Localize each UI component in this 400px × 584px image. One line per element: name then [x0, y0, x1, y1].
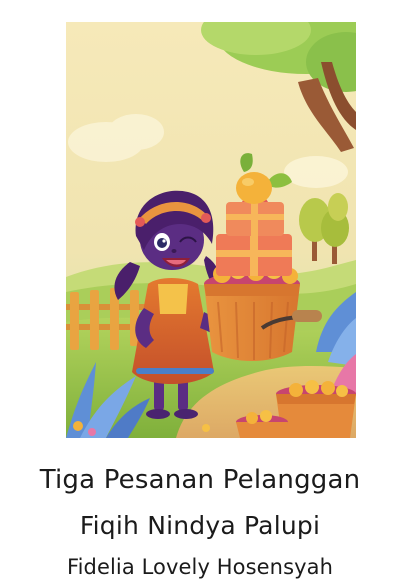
cover-illustration: [66, 22, 356, 438]
illustrator-name: Fidelia Lovely Hosensyah: [66, 555, 334, 579]
book-page: Tiga Pesanan Pelanggan Fiqih Nindya Palu…: [0, 0, 400, 584]
gift-boxes: [216, 196, 292, 276]
book-title: Tiga Pesanan Pelanggan: [39, 465, 361, 495]
author-name: Fiqih Nindya Palupi: [79, 511, 321, 540]
